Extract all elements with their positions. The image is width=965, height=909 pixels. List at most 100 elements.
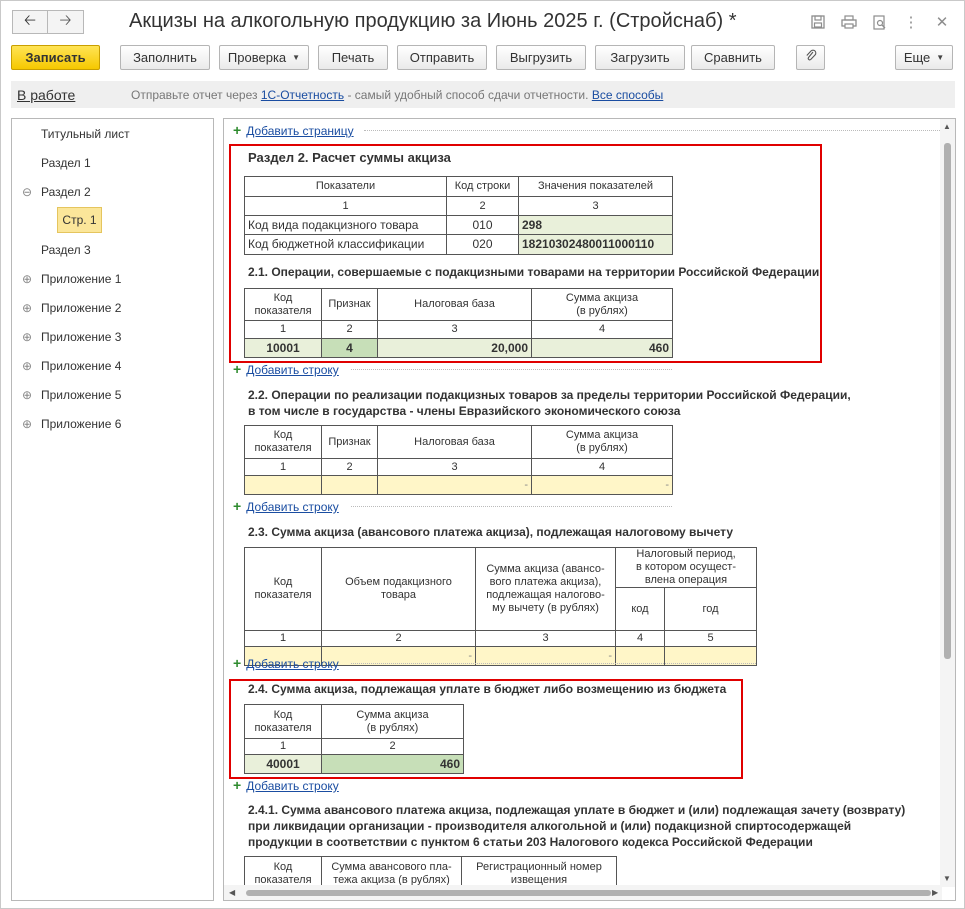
- save-button[interactable]: Записать: [11, 45, 100, 70]
- add-row-link[interactable]: + Добавить строку: [233, 498, 339, 514]
- scroll-right-icon[interactable]: ▶: [932, 888, 938, 897]
- title-line: 2.2. Операции по реализации подакцизных …: [248, 388, 851, 402]
- tree-item-title-page[interactable]: Титульный лист: [41, 127, 130, 141]
- report-content: + Добавить страницу Раздел 2. Расчет сумм…: [223, 118, 956, 901]
- sections-tree: Титульный лист Раздел 1 ⊖ Раздел 2 Стр. …: [11, 118, 214, 901]
- preview-icon[interactable]: [870, 12, 890, 32]
- tree-item-appendix-5[interactable]: Приложение 5: [41, 388, 121, 402]
- plus-icon: +: [233, 122, 242, 138]
- more-button[interactable]: Еще ▼: [895, 45, 953, 70]
- column-number: 4: [531, 458, 673, 476]
- header-line: Налоговый период,: [636, 548, 736, 561]
- highlight-box: [229, 144, 822, 363]
- title-line: в том числе в государства - члены Еврази…: [248, 404, 681, 418]
- tree-item-appendix-1[interactable]: Приложение 1: [41, 272, 121, 286]
- tree-item-appendix-3[interactable]: Приложение 3: [41, 330, 121, 344]
- column-number: 3: [377, 458, 532, 476]
- scroll-down-icon[interactable]: ▼: [943, 874, 951, 883]
- add-page-label: Добавить страницу: [246, 124, 354, 138]
- plus-icon: +: [233, 361, 242, 377]
- expand-icon[interactable]: ⊕: [22, 272, 32, 286]
- tree-item-appendix-4[interactable]: Приложение 4: [41, 359, 121, 373]
- plus-icon: +: [233, 655, 242, 671]
- add-page-link[interactable]: + Добавить страницу: [233, 122, 354, 138]
- compare-button[interactable]: Сравнить: [691, 45, 775, 70]
- column-number: 1: [244, 458, 322, 476]
- all-methods-link[interactable]: Все способы: [592, 88, 664, 102]
- expand-icon[interactable]: ⊕: [22, 417, 32, 431]
- column-header: Признак: [321, 425, 378, 459]
- tree-item-appendix-6[interactable]: Приложение 6: [41, 417, 121, 431]
- fill-button[interactable]: Заполнить: [120, 45, 210, 70]
- scroll-left-icon[interactable]: ◀: [229, 888, 235, 897]
- plus-icon: +: [233, 498, 242, 514]
- info-text: Отправьте отчет через 1С-Отчетность - са…: [131, 88, 663, 102]
- vertical-scrollbar[interactable]: ▲ ▼: [940, 119, 955, 887]
- attach-button[interactable]: [796, 45, 825, 70]
- close-icon[interactable]: ✕: [932, 12, 952, 32]
- header-line: товара: [380, 589, 417, 601]
- dropdown-triangle-icon: ▼: [936, 53, 945, 62]
- horizontal-scrollbar[interactable]: ◀ ▶: [224, 885, 942, 900]
- add-row-label: Добавить строку: [246, 363, 339, 377]
- header-line: извещения: [510, 873, 568, 886]
- unload-button[interactable]: Выгрузить: [496, 45, 586, 70]
- save-icon[interactable]: [808, 12, 828, 32]
- tree-item-appendix-2[interactable]: Приложение 2: [41, 301, 121, 315]
- scroll-thumb[interactable]: [246, 890, 931, 896]
- divider: [351, 369, 672, 370]
- header-line: в котором осущест-: [636, 561, 736, 573]
- column-number: 2: [321, 630, 476, 647]
- expand-icon[interactable]: ⊕: [22, 330, 32, 344]
- dropdown-triangle-icon: ▼: [292, 53, 301, 62]
- add-row-label: Добавить строку: [246, 500, 339, 514]
- check-button[interactable]: Проверка ▼: [219, 45, 309, 70]
- plus-icon: +: [233, 777, 242, 793]
- collapse-icon[interactable]: ⊖: [22, 185, 32, 199]
- more-vertical-icon[interactable]: ⋮: [901, 12, 921, 32]
- add-row-link[interactable]: + Добавить строку: [233, 655, 339, 671]
- send-button[interactable]: Отправить: [397, 45, 487, 70]
- load-button[interactable]: Загрузить: [595, 45, 685, 70]
- add-row-label: Добавить строку: [246, 779, 339, 793]
- header-line: му вычету (в рублях): [492, 602, 599, 614]
- header-line: Код: [273, 576, 293, 588]
- header-line: Регистрационный номер: [476, 860, 602, 873]
- add-row-link[interactable]: + Добавить строку: [233, 777, 339, 793]
- add-row-link[interactable]: + Добавить строку: [233, 361, 339, 377]
- print-icon[interactable]: [839, 12, 859, 32]
- reporting-service-link[interactable]: 1С-Отчетность: [261, 88, 344, 102]
- header-line: показателя: [254, 442, 312, 454]
- title-line: 2.4.1. Сумма авансового платежа акциза, …: [248, 803, 906, 817]
- column-header: Код показателя: [244, 425, 322, 459]
- tree-item-page-1[interactable]: Стр. 1: [57, 207, 102, 233]
- tree-item-section-1[interactable]: Раздел 1: [41, 156, 91, 170]
- arrow-right-icon: 🡢: [59, 11, 72, 29]
- check-button-label: Проверка: [227, 50, 287, 65]
- column-header: Налоговый период, в котором осущест-влена…: [615, 547, 757, 588]
- tree-item-section-2[interactable]: Раздел 2: [41, 185, 91, 199]
- header-line: тежа акциза (в рублях): [333, 873, 450, 886]
- info-bar: В работе Отправьте отчет через 1С-Отчетн…: [11, 81, 955, 108]
- status-link[interactable]: В работе: [17, 87, 75, 103]
- forward-button[interactable]: 🡢: [48, 10, 84, 34]
- print-button[interactable]: Печать: [318, 45, 388, 70]
- column-header: Сумма акциза (в рублях): [531, 425, 673, 459]
- expand-icon[interactable]: ⊕: [22, 301, 32, 315]
- expand-icon[interactable]: ⊕: [22, 359, 32, 373]
- section-2-2-title: 2.2. Операции по реализации подакцизных …: [248, 387, 851, 419]
- header-line: вого платежа акциза),: [489, 576, 602, 588]
- tax-base-field[interactable]: -: [377, 475, 532, 495]
- scroll-thumb[interactable]: [944, 143, 951, 659]
- header-line: Код: [273, 860, 293, 873]
- tax-deduction-table: Код показателя Объем подакцизного товара С…: [244, 547, 757, 666]
- window-icons: ⋮ ✕: [808, 12, 952, 32]
- excise-amount-field[interactable]: -: [531, 475, 673, 495]
- scroll-up-icon[interactable]: ▲: [943, 122, 951, 131]
- divider: [351, 663, 756, 664]
- tree-item-section-3[interactable]: Раздел 3: [41, 243, 91, 257]
- back-button[interactable]: 🡠: [12, 10, 48, 34]
- indicator-code-field[interactable]: [244, 475, 322, 495]
- sign-field[interactable]: [321, 475, 378, 495]
- expand-icon[interactable]: ⊕: [22, 388, 32, 402]
